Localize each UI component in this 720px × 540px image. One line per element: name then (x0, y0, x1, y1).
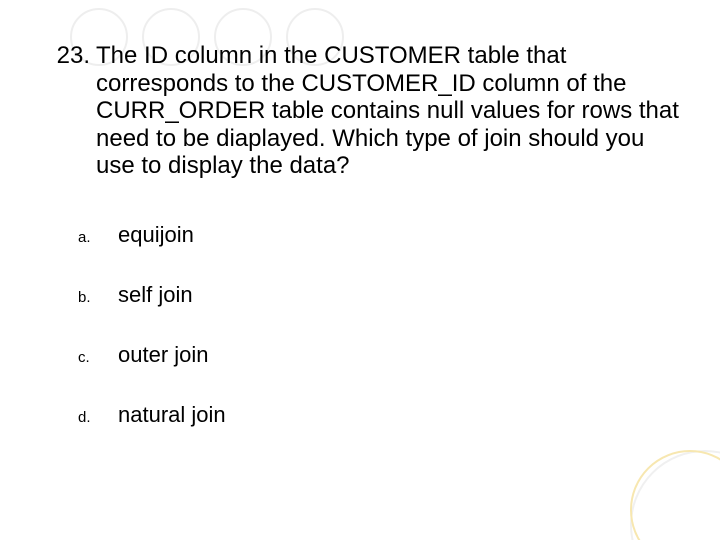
option-c: c. outer join (78, 342, 680, 368)
options-list: a. equijoin b. self join c. outer join d… (78, 222, 680, 428)
slide-content: 23. The ID column in the CUSTOMER table … (0, 0, 720, 428)
option-letter: b. (78, 289, 118, 306)
option-text: natural join (118, 402, 226, 428)
option-letter: a. (78, 229, 118, 246)
option-letter: d. (78, 409, 118, 426)
option-text: equijoin (118, 222, 194, 248)
question-block: 23. The ID column in the CUSTOMER table … (40, 42, 680, 180)
circle-icon (630, 450, 720, 540)
question-number: 23. (40, 42, 96, 70)
question-text: The ID column in the CUSTOMER table that… (96, 42, 680, 180)
option-d: d. natural join (78, 402, 680, 428)
option-b: b. self join (78, 282, 680, 308)
option-letter: c. (78, 349, 118, 366)
option-a: a. equijoin (78, 222, 680, 248)
option-text: self join (118, 282, 193, 308)
option-text: outer join (118, 342, 209, 368)
decorative-circles-corner (600, 420, 720, 540)
